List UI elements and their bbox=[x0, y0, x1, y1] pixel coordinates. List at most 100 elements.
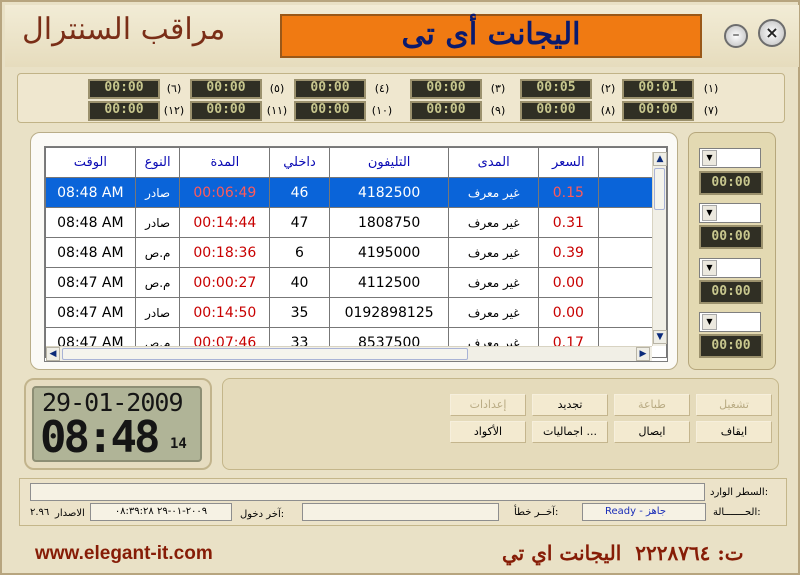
start-button[interactable]: تشغيل bbox=[696, 394, 772, 416]
cell-type: م.ص bbox=[134, 237, 181, 268]
cell-internal: 35 bbox=[269, 297, 330, 328]
cell-range: غير معرف bbox=[448, 207, 539, 238]
horizontal-scroll-thumb[interactable] bbox=[62, 348, 468, 360]
cell-price: 0.31 bbox=[537, 207, 599, 238]
chevron-down-icon[interactable]: ▼ bbox=[702, 260, 717, 276]
cell-range: غير معرف bbox=[448, 267, 539, 298]
scroll-right-icon[interactable]: ▶ bbox=[636, 347, 650, 361]
state-field: Ready - جاهز bbox=[582, 503, 706, 521]
line-2-timer: 00:05 bbox=[520, 79, 592, 99]
col-header-phone[interactable]: التليفون bbox=[328, 147, 450, 178]
cell-phone: 0192898125 bbox=[328, 297, 450, 328]
chevron-down-icon[interactable]: ▼ bbox=[702, 150, 717, 166]
app-title-banner: اليجانت أى تى bbox=[280, 14, 702, 58]
line-11-label: (١١) bbox=[266, 104, 288, 117]
side-dropdown-3[interactable]: ▼ bbox=[699, 258, 761, 278]
close-button[interactable]: × bbox=[758, 19, 786, 47]
scroll-left-icon[interactable]: ◀ bbox=[46, 347, 60, 361]
last-login-label: آخر دخول: bbox=[240, 509, 285, 520]
refresh-button[interactable]: تجديد bbox=[532, 394, 608, 416]
col-header-internal[interactable]: داخلي bbox=[269, 147, 330, 178]
line-2-label: (٢) bbox=[600, 82, 616, 95]
chevron-down-icon[interactable]: ▼ bbox=[702, 205, 717, 221]
cell-price: 0.00 bbox=[537, 267, 599, 298]
cell-duration: 00:14:50 bbox=[179, 297, 271, 328]
line-8-label: (٨) bbox=[600, 104, 616, 117]
line-5-label: (٥) bbox=[269, 82, 285, 95]
cell-price: 0.15 bbox=[537, 177, 599, 208]
table-row[interactable]: 08:47 AM صادر 00:14:50 35 0192898125 غير معرف… bbox=[45, 297, 667, 328]
line-7-label: (٧) bbox=[703, 104, 719, 117]
line-4-timer: 00:00 bbox=[294, 79, 366, 99]
horizontal-scrollbar[interactable]: ◀ ▶ bbox=[46, 346, 652, 361]
side-timer-3: 00:00 bbox=[699, 280, 763, 304]
line-12-label: (١٢) bbox=[163, 104, 185, 117]
website-link[interactable]: www.elegant-it.com bbox=[35, 543, 213, 565]
cell-duration: 00:18:36 bbox=[179, 237, 271, 268]
connect-button[interactable]: ايصال bbox=[614, 421, 690, 443]
cell-duration: 00:06:49 bbox=[179, 177, 271, 208]
version-value: ٢.٩٦ bbox=[30, 507, 50, 518]
cell-type: صادر bbox=[134, 177, 181, 208]
line-6-timer: 00:00 bbox=[88, 79, 160, 99]
cell-internal: 47 bbox=[269, 207, 330, 238]
vertical-scroll-thumb[interactable] bbox=[654, 168, 665, 210]
cell-price: 0.00 bbox=[537, 297, 599, 328]
table-row[interactable]: 08:47 AM م.ص 00:00:27 40 4112500 غير معرف 0.00 bbox=[45, 267, 667, 298]
app-brand-title: مراقب السنترال bbox=[22, 12, 226, 47]
version-label: الاصدار bbox=[55, 508, 85, 519]
calls-table[interactable]: الوقت النوع المدة داخلي التليفون المدى ا… bbox=[44, 146, 668, 362]
state-separator: - bbox=[636, 506, 647, 517]
cell-time: 08:47 AM bbox=[45, 267, 136, 298]
cell-range: غير معرف bbox=[448, 177, 539, 208]
line-1-timer: 00:01 bbox=[622, 79, 694, 99]
cell-price: 0.39 bbox=[537, 237, 599, 268]
last-login-field: ٢٠٠٩-٠١-٢٩ ٠٨:٣٩:٢٨ bbox=[90, 503, 232, 521]
print-button[interactable]: طباعة bbox=[614, 394, 690, 416]
line-12-timer: 00:00 bbox=[88, 101, 160, 121]
cell-range: غير معرف bbox=[448, 297, 539, 328]
cell-time: 08:48 AM bbox=[45, 237, 136, 268]
side-dropdown-4[interactable]: ▼ bbox=[699, 312, 761, 332]
cell-time: 08:48 AM bbox=[45, 207, 136, 238]
cell-time: 08:47 AM bbox=[45, 297, 136, 328]
cell-duration: 00:00:27 bbox=[179, 267, 271, 298]
line-3-label: (٣) bbox=[490, 82, 506, 95]
table-row[interactable]: 08:48 AM م.ص 00:18:36 6 4195000 غير معرف 0.39 bbox=[45, 237, 667, 268]
stop-button[interactable]: ايقاف bbox=[696, 421, 772, 443]
line-10-label: (١٠) bbox=[371, 104, 393, 117]
footer-phone: ت: ٢٢٢٨٧٦٤ bbox=[635, 541, 744, 565]
table-header-row: الوقت النوع المدة داخلي التليفون المدى ا… bbox=[45, 147, 667, 178]
minimize-button[interactable]: – bbox=[724, 24, 748, 48]
side-timer-2: 00:00 bbox=[699, 225, 763, 249]
cell-type: صادر bbox=[134, 207, 181, 238]
col-header-duration[interactable]: المدة bbox=[179, 147, 271, 178]
state-value-en: Ready bbox=[605, 506, 637, 517]
col-header-price[interactable]: السعر bbox=[537, 147, 599, 178]
cell-range: غير معرف bbox=[448, 237, 539, 268]
line-9-label: (٩) bbox=[490, 104, 506, 117]
totals-button[interactable]: اجماليات ... bbox=[532, 421, 608, 443]
vertical-scrollbar[interactable]: ▲ ▼ bbox=[652, 152, 667, 346]
chevron-down-icon[interactable]: ▼ bbox=[702, 314, 717, 330]
side-dropdown-1[interactable]: ▼ bbox=[699, 148, 761, 168]
table-row[interactable]: 08:48 AM صادر 00:06:49 46 4182500 غير معرف 0.1… bbox=[45, 177, 667, 208]
cell-internal: 46 bbox=[269, 177, 330, 208]
col-header-time[interactable]: الوقت bbox=[45, 147, 136, 178]
scroll-down-icon[interactable]: ▼ bbox=[653, 330, 667, 344]
side-dropdown-2[interactable]: ▼ bbox=[699, 203, 761, 223]
cell-type: صادر bbox=[134, 297, 181, 328]
col-header-type[interactable]: النوع bbox=[134, 147, 181, 178]
col-header-range[interactable]: المدى bbox=[448, 147, 539, 178]
table-row[interactable]: 08:48 AM صادر 00:14:44 47 1808750 غير معرف 0.3… bbox=[45, 207, 667, 238]
line-9-timer: 00:00 bbox=[410, 101, 482, 121]
settings-button[interactable]: إعدادات bbox=[450, 394, 526, 416]
line-8-timer: 00:00 bbox=[520, 101, 592, 121]
side-timer-4: 00:00 bbox=[699, 334, 763, 358]
scroll-up-icon[interactable]: ▲ bbox=[653, 152, 667, 166]
side-timer-1: 00:00 bbox=[699, 171, 763, 195]
clock-time: 08:48 bbox=[40, 412, 160, 463]
cell-time: 08:48 AM bbox=[45, 177, 136, 208]
incoming-line-label: السطر الوارد: bbox=[710, 487, 769, 498]
codes-button[interactable]: الأكواد bbox=[450, 421, 526, 443]
